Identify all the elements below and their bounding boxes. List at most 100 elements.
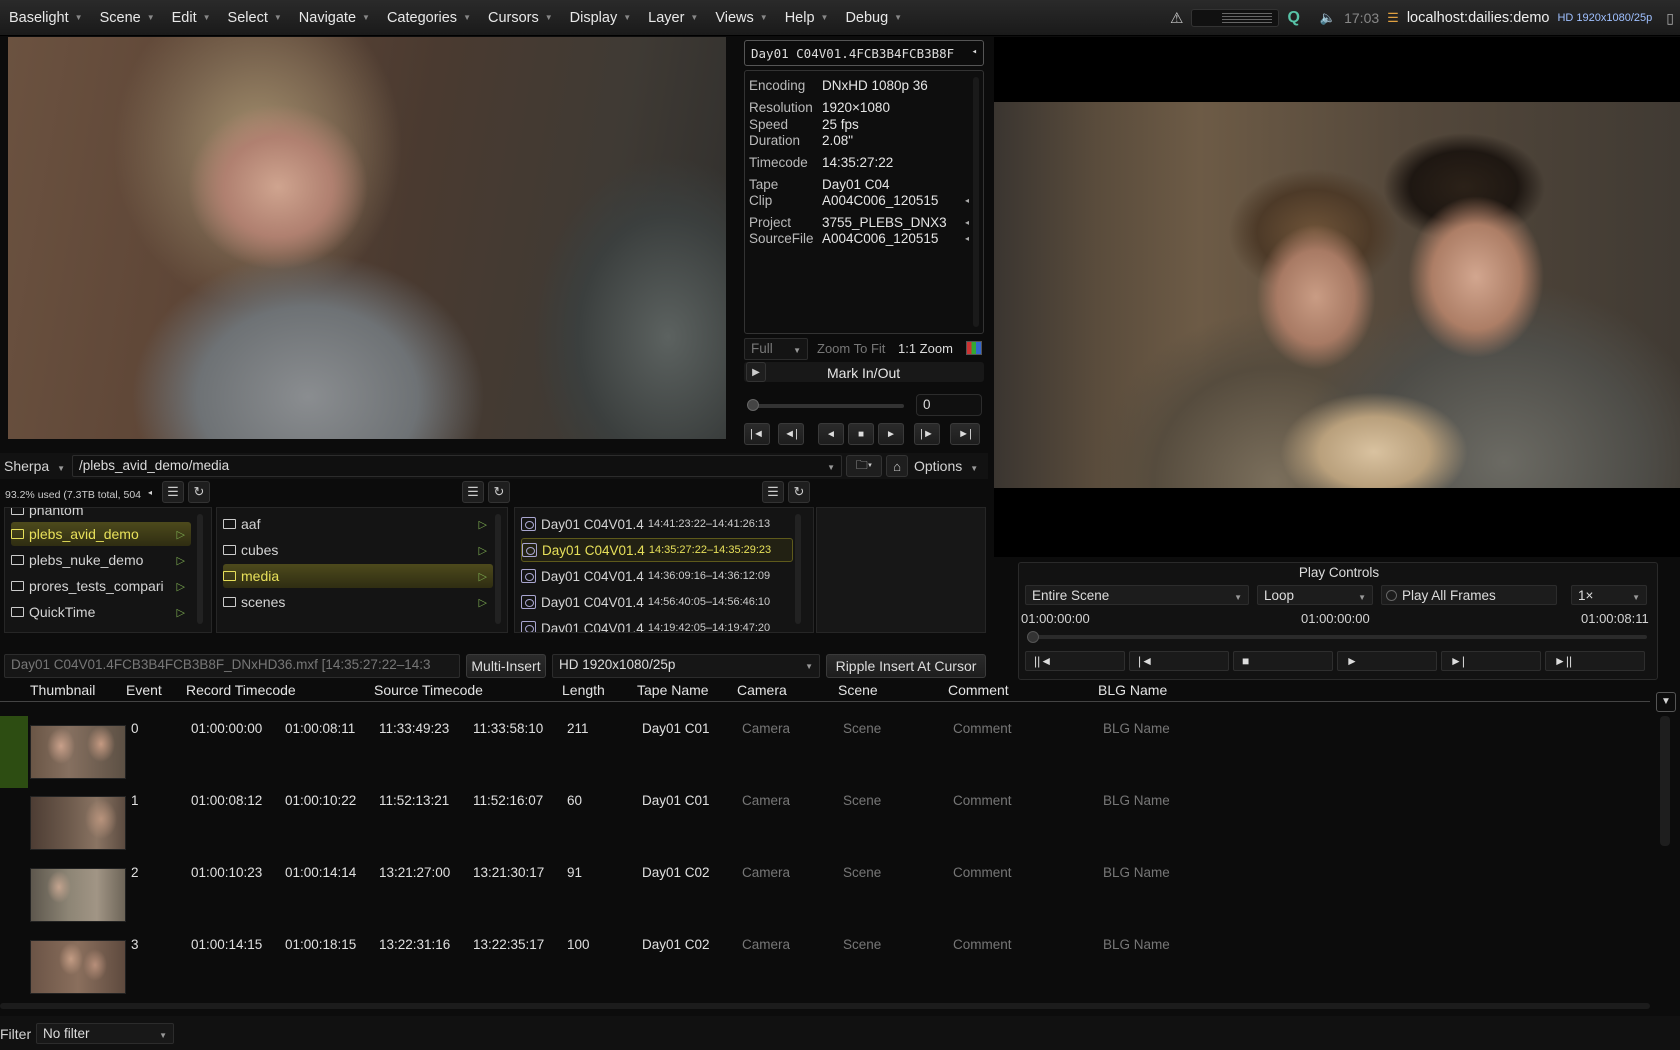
folder-icon[interactable]: 🗀▾ xyxy=(846,455,882,477)
folder-item-selected[interactable]: media ▷ xyxy=(223,564,493,588)
col-blg-name[interactable]: BLG Name xyxy=(1098,682,1167,698)
menu-navigate[interactable]: Navigate ▼ xyxy=(290,10,378,26)
insert-file-field[interactable]: Day01 C04V01.4FCB3B4FCB3B8F_DNxHD36.mxf … xyxy=(4,654,460,678)
play-transport-button[interactable]: ► xyxy=(1337,651,1437,671)
row-blg-name[interactable]: BLG Name xyxy=(1103,937,1170,952)
ripple-insert-button[interactable]: Ripple Insert At Cursor xyxy=(826,654,986,678)
window-icon[interactable]: ▯ xyxy=(1666,10,1674,27)
row-scene[interactable]: Scene xyxy=(843,865,881,880)
folder-item[interactable]: phantom xyxy=(11,508,191,522)
row-camera[interactable]: Camera xyxy=(742,793,790,808)
clip-item[interactable]: Day01 C04V01.4 14:19:42:05–14:19:47:20 xyxy=(521,616,793,632)
refresh-icon[interactable]: ↻ xyxy=(788,481,810,503)
frame-input[interactable]: 0 xyxy=(916,394,982,416)
go-end-transport-button[interactable]: ►|| xyxy=(1545,651,1645,671)
play-small-icon[interactable]: ▶ xyxy=(746,362,766,382)
row-camera[interactable]: Camera xyxy=(742,865,790,880)
row-camera[interactable]: Camera xyxy=(742,937,790,952)
table-row[interactable]: 1 01:00:08:12 01:00:10:22 11:52:13:21 11… xyxy=(0,788,1640,858)
sort-icon[interactable]: ☰ xyxy=(462,481,484,503)
step-back-transport-button[interactable]: |◄ xyxy=(1129,651,1229,671)
expand-arrow-icon[interactable]: ▷ xyxy=(177,606,185,619)
menu-help[interactable]: Help ▼ xyxy=(776,10,837,26)
record-viewer[interactable] xyxy=(994,102,1680,488)
truncate-icon[interactable]: ◂ xyxy=(965,196,969,205)
stop-transport-button[interactable]: ■ xyxy=(1233,651,1333,671)
table-row[interactable]: 0 01:00:00:00 01:00:08:11 11:33:49:23 11… xyxy=(0,716,1640,786)
row-scene[interactable]: Scene xyxy=(843,937,881,952)
expand-arrow-icon[interactable]: ▷ xyxy=(177,528,185,541)
table-hscrollbar[interactable] xyxy=(0,1003,1650,1009)
menu-scene[interactable]: Scene ▼ xyxy=(91,10,163,26)
expand-arrow-icon[interactable]: ▷ xyxy=(479,544,487,557)
search-icon[interactable]: Q xyxy=(1287,9,1299,27)
clip-selector[interactable]: Day01 C04V01.4FCB3B4FCB3B8F ◂ xyxy=(744,40,984,66)
full-dropdown[interactable]: Full ▼ xyxy=(744,338,808,360)
column-scrollbar[interactable] xyxy=(795,514,801,624)
menu-select[interactable]: Select ▼ xyxy=(219,10,290,26)
stop-button[interactable]: ■ xyxy=(848,423,874,445)
volume-icon[interactable]: 🔈 xyxy=(1320,10,1336,26)
clip-item[interactable]: Day01 C04V01.4 14:41:23:22–14:41:26:13 xyxy=(521,512,793,536)
folder-item[interactable]: aaf ▷ xyxy=(223,512,493,536)
go-start-transport-button[interactable]: ||◄ xyxy=(1025,651,1125,671)
truncate-icon[interactable]: ◂ xyxy=(965,218,969,227)
truncate-icon[interactable]: ◂ xyxy=(965,234,969,243)
step-forward-button[interactable]: |► xyxy=(914,423,940,445)
sort-icon[interactable]: ☰ xyxy=(162,481,184,503)
range-dropdown[interactable]: Entire Scene ▼ xyxy=(1025,585,1249,605)
menu-edit[interactable]: Edit ▼ xyxy=(163,10,219,26)
step-forward-transport-button[interactable]: ►| xyxy=(1441,651,1541,671)
row-blg-name[interactable]: BLG Name xyxy=(1103,793,1170,808)
go-start-button[interactable]: |◄ xyxy=(744,423,770,445)
row-scene[interactable]: Scene xyxy=(843,721,881,736)
col-camera[interactable]: Camera xyxy=(737,682,787,698)
row-blg-name[interactable]: BLG Name xyxy=(1103,865,1170,880)
refresh-icon[interactable]: ↻ xyxy=(488,481,510,503)
col-record-tc[interactable]: Record Timecode xyxy=(186,682,296,698)
format-dropdown[interactable]: HD 1920x1080/25p ▼ xyxy=(552,654,820,678)
expand-arrow-icon[interactable]: ▷ xyxy=(177,554,185,567)
folder-item[interactable]: scenes ▷ xyxy=(223,590,493,614)
row-camera[interactable]: Camera xyxy=(742,721,790,736)
expand-arrow-icon[interactable]: ▷ xyxy=(177,580,185,593)
table-menu-icon[interactable]: ▼ xyxy=(1656,692,1676,712)
row-comment[interactable]: Comment xyxy=(953,793,1012,808)
timeline-scrubber[interactable] xyxy=(1029,635,1647,639)
col-scene[interactable]: Scene xyxy=(838,682,878,698)
zoom-1-1-button[interactable]: 1:1 Zoom xyxy=(898,341,953,356)
step-back-button[interactable]: ◄| xyxy=(778,423,804,445)
frame-slider[interactable] xyxy=(750,404,904,408)
warning-icon[interactable]: ⚠ xyxy=(1170,9,1183,27)
menu-views[interactable]: Views ▼ xyxy=(706,10,775,26)
col-comment[interactable]: Comment xyxy=(948,682,1009,698)
host-name[interactable]: localhost:dailies:demo xyxy=(1407,10,1550,26)
row-comment[interactable]: Comment xyxy=(953,937,1012,952)
col-length[interactable]: Length xyxy=(562,682,605,698)
menu-debug[interactable]: Debug ▼ xyxy=(836,10,910,26)
table-row[interactable]: 2 01:00:10:23 01:00:14:14 13:21:27:00 13… xyxy=(0,860,1640,930)
col-thumbnail[interactable]: Thumbnail xyxy=(30,682,95,698)
zoom-to-fit-button[interactable]: Zoom To Fit xyxy=(817,341,885,356)
speed-dropdown[interactable]: 1× ▼ xyxy=(1571,585,1647,605)
row-scene[interactable]: Scene xyxy=(843,793,881,808)
folder-item[interactable]: cubes ▷ xyxy=(223,538,493,562)
play-button[interactable]: ► xyxy=(878,423,904,445)
menu-display[interactable]: Display ▼ xyxy=(561,10,639,26)
path-dropdown[interactable]: /plebs_avid_demo/media ▼ xyxy=(72,455,842,477)
table-scrollbar[interactable] xyxy=(1660,716,1670,846)
multi-insert-button[interactable]: Multi-Insert xyxy=(466,654,546,678)
row-comment[interactable]: Comment xyxy=(953,721,1012,736)
row-blg-name[interactable]: BLG Name xyxy=(1103,721,1170,736)
column-scrollbar[interactable] xyxy=(495,514,501,624)
expand-arrow-icon[interactable]: ▷ xyxy=(479,518,487,531)
sort-icon[interactable]: ☰ xyxy=(762,481,784,503)
menu-layer[interactable]: Layer ▼ xyxy=(639,10,706,26)
table-row[interactable]: 3 01:00:14:15 01:00:18:15 13:22:31:16 13… xyxy=(0,932,1640,1002)
row-comment[interactable]: Comment xyxy=(953,865,1012,880)
folder-item[interactable]: plebs_nuke_demo ▷ xyxy=(11,548,191,572)
filter-dropdown[interactable]: No filter ▼ xyxy=(36,1023,174,1044)
metadata-scrollbar[interactable] xyxy=(973,77,979,327)
play-back-button[interactable]: ◄ xyxy=(818,423,844,445)
folder-item[interactable]: prores_tests_compari ▷ xyxy=(11,574,191,598)
